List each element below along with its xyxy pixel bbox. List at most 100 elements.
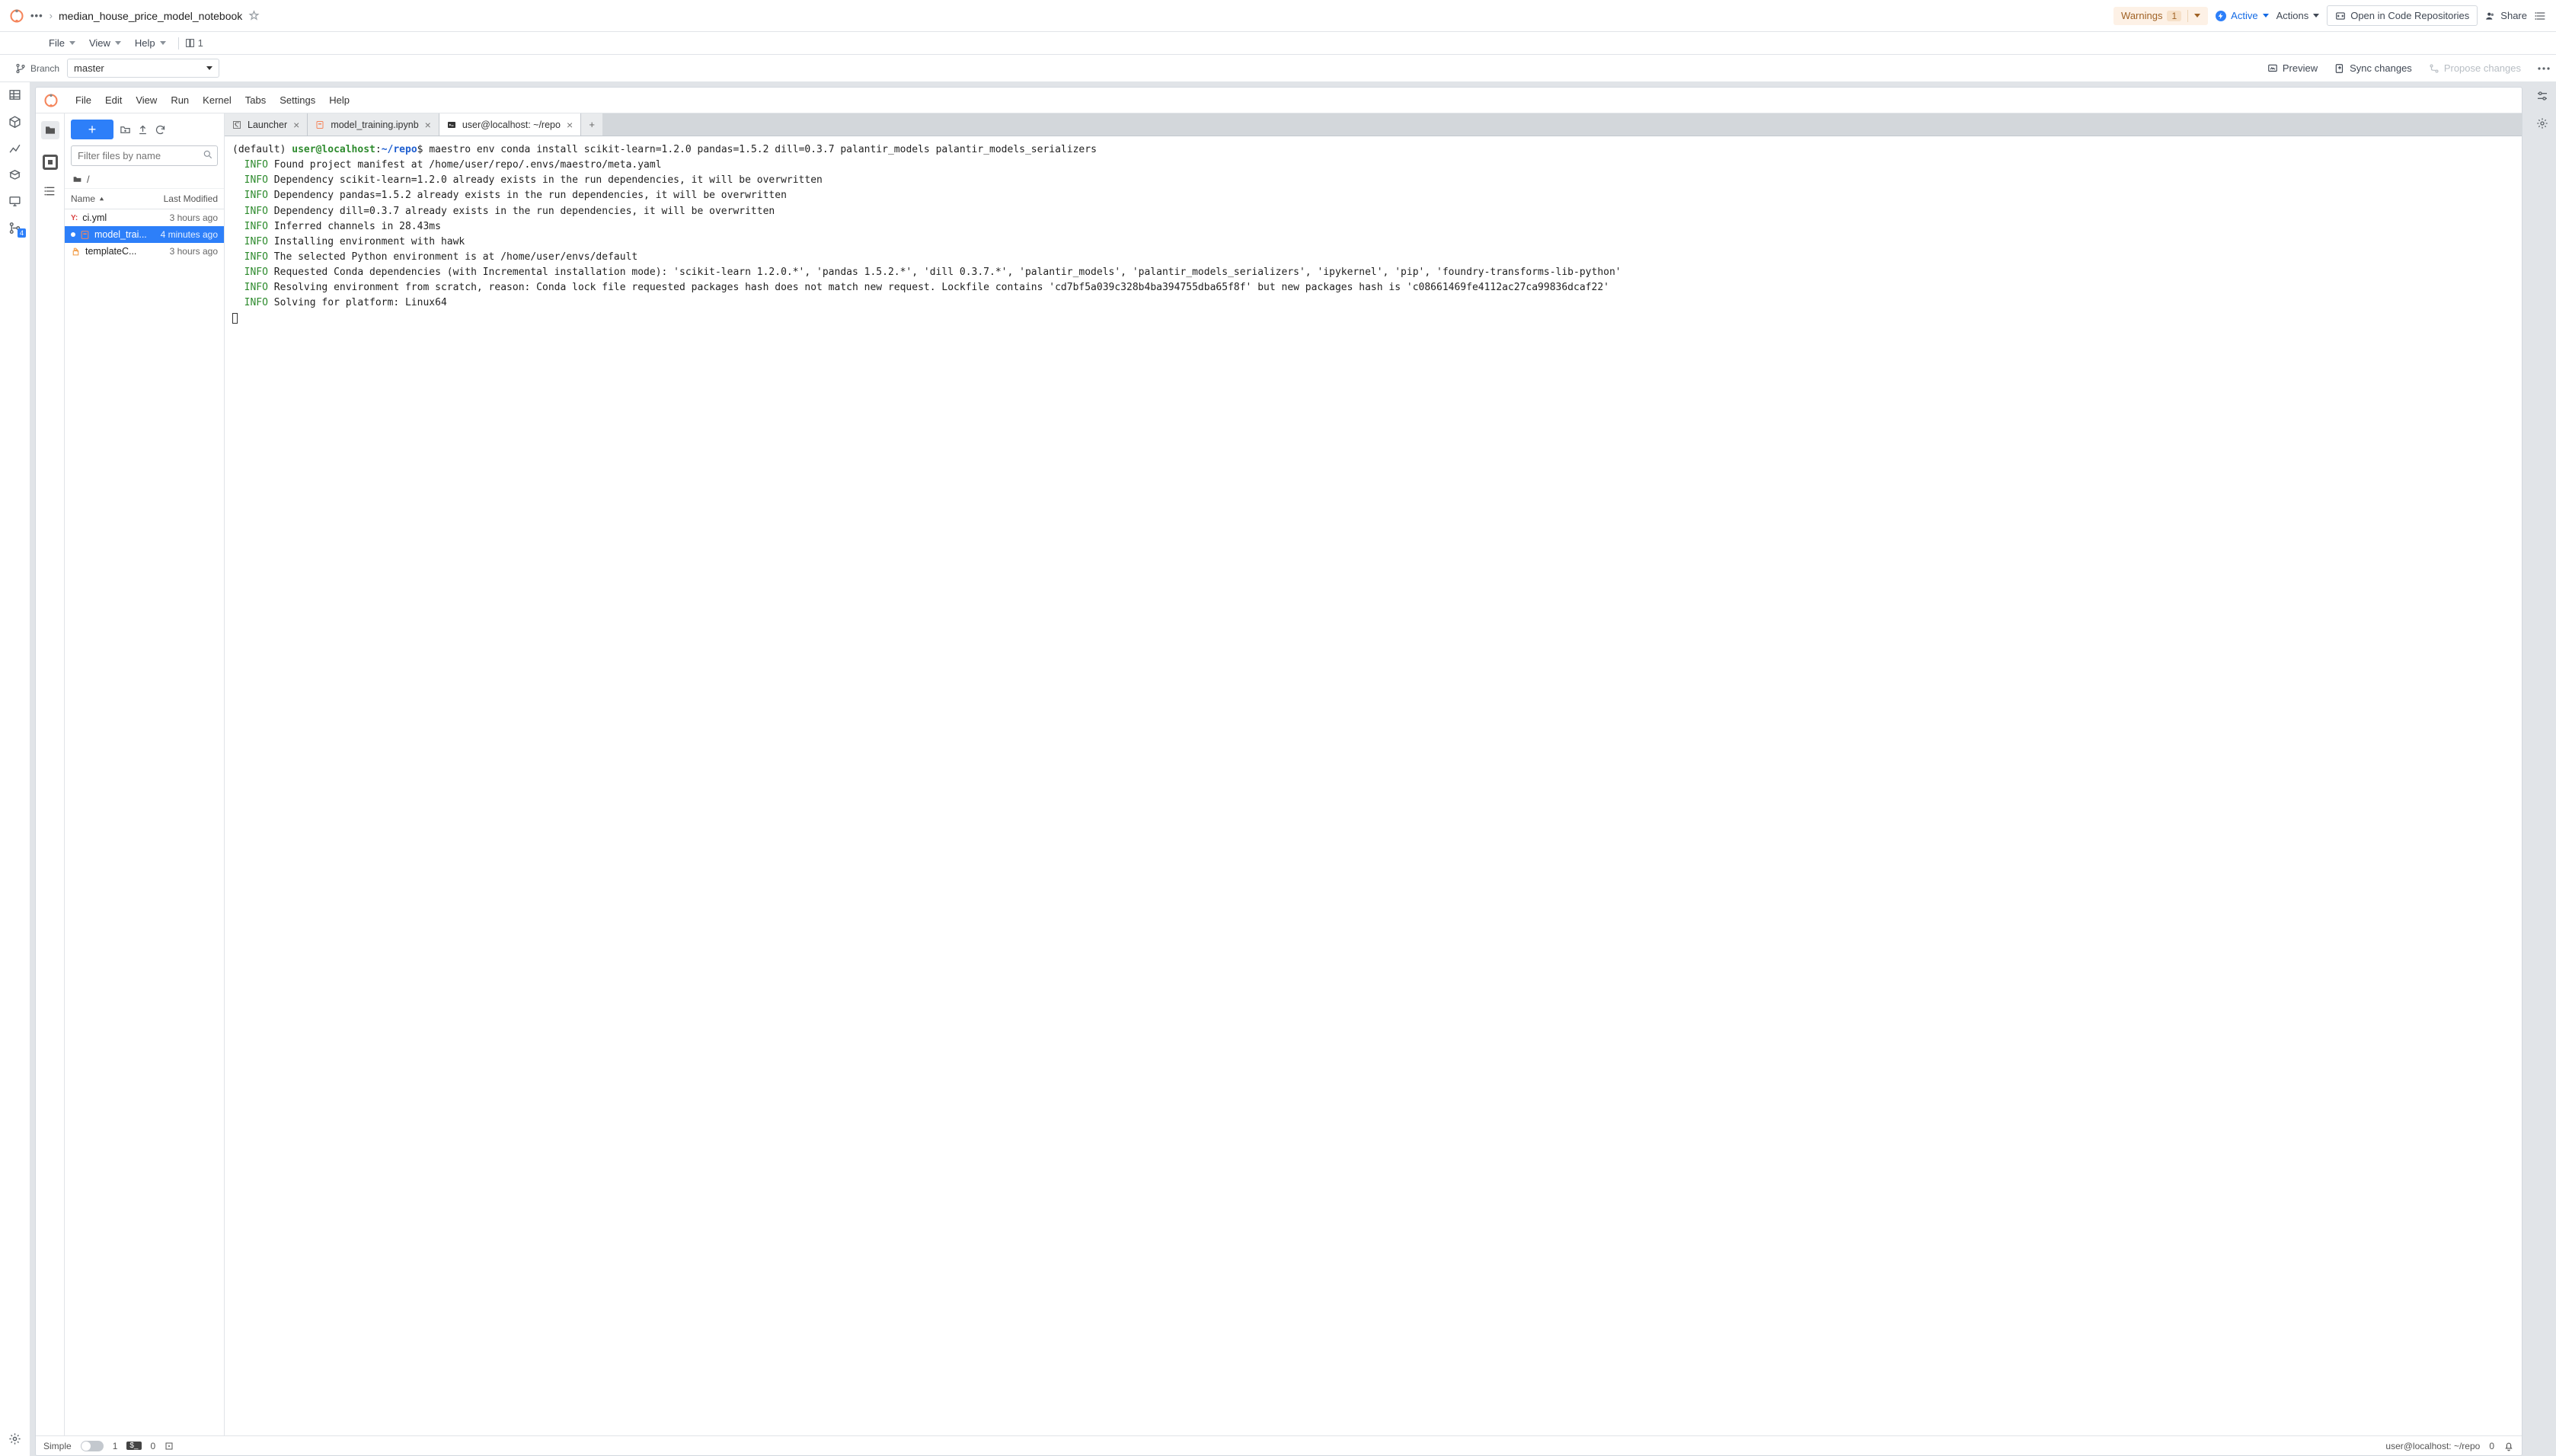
filter-files-input[interactable] — [71, 145, 218, 166]
rrail-sliders-icon[interactable] — [2536, 90, 2548, 102]
preview-icon — [2267, 63, 2278, 74]
more-menu-icon[interactable] — [2535, 10, 2547, 22]
jmenu-help[interactable]: Help — [323, 91, 356, 109]
upload-icon[interactable] — [137, 124, 149, 136]
tab-close-icon[interactable]: × — [293, 120, 299, 130]
status-right-text: user@localhost: ~/repo — [2385, 1441, 2480, 1451]
tab-close-icon[interactable]: × — [567, 120, 573, 130]
path-breadcrumb[interactable]: / — [65, 171, 224, 189]
tab-close-icon[interactable]: × — [425, 120, 431, 130]
right-activity-rail — [2527, 82, 2556, 1456]
rail-git-icon[interactable] — [8, 222, 21, 235]
rail-table-icon[interactable] — [8, 88, 21, 101]
share-label: Share — [2500, 10, 2527, 21]
new-launcher-button[interactable]: + — [71, 120, 113, 139]
sync-changes-button[interactable]: Sync changes — [2330, 59, 2417, 77]
jrail-toc-icon[interactable] — [44, 185, 56, 197]
active-status-button[interactable]: Active — [2216, 10, 2268, 21]
menu-divider — [178, 37, 179, 49]
menu-help[interactable]: Help — [129, 36, 172, 50]
tab[interactable]: Launcher× — [225, 113, 308, 136]
tab[interactable]: user@localhost: ~/repo × — [439, 113, 581, 136]
tab-add-button[interactable]: + — [581, 113, 602, 136]
file-name: model_trai... — [94, 229, 156, 240]
status-count-1: 1 — [113, 1441, 118, 1451]
col-modified-header[interactable]: Last Modified — [158, 189, 224, 209]
branch-bar: Branch master Preview Sync changes Propo… — [0, 55, 2556, 82]
terminal-output[interactable]: (default) user@localhost:~/repo$ maestro… — [225, 136, 2522, 1435]
file-row[interactable]: Y:ci.yml3 hours ago — [65, 209, 224, 226]
notebook-tab-icon — [315, 120, 324, 129]
col-name-header[interactable]: Name — [65, 189, 158, 209]
rail-package-icon[interactable] — [8, 115, 21, 128]
chevron-down-icon — [115, 41, 121, 45]
jrail-running-icon[interactable] — [43, 155, 58, 170]
bell-icon[interactable] — [2503, 1441, 2514, 1451]
git-branch-icon — [15, 63, 26, 74]
tab[interactable]: model_training.ipynb × — [308, 113, 439, 136]
branch-value: master — [74, 62, 104, 74]
rail-settings-icon[interactable] — [8, 1432, 21, 1445]
simple-mode-label: Simple — [43, 1441, 72, 1451]
file-list: Y:ci.yml3 hours ago model_trai... 4 minute… — [65, 209, 224, 1435]
jmenu-kernel[interactable]: Kernel — [196, 91, 238, 109]
rail-chart-icon[interactable] — [8, 142, 21, 155]
top-header: ••• › median_house_price_model_notebook … — [0, 0, 2556, 32]
tab-label: model_training.ipynb — [331, 120, 418, 130]
file-list-headers: Name Last Modified — [65, 189, 224, 209]
bolt-icon — [2216, 11, 2226, 21]
actions-button[interactable]: Actions — [2276, 10, 2320, 21]
jmenu-run[interactable]: Run — [165, 91, 195, 109]
breadcrumb-ellipsis[interactable]: ••• — [30, 10, 43, 21]
chevron-down-icon — [69, 41, 75, 45]
warnings-button[interactable]: Warnings 1 — [2113, 7, 2208, 25]
jupyter-logo-icon — [43, 93, 59, 108]
tab-label: user@localhost: ~/repo — [462, 120, 561, 130]
jmenu-view[interactable]: View — [129, 91, 163, 109]
branch-more-icon[interactable] — [2538, 67, 2550, 70]
jrail-files-icon[interactable] — [41, 121, 59, 139]
star-icon[interactable] — [248, 10, 260, 21]
refresh-icon[interactable] — [155, 124, 166, 136]
chevron-down-icon — [2263, 14, 2269, 18]
rail-cube-icon[interactable] — [8, 168, 21, 181]
jmenu-tabs[interactable]: Tabs — [239, 91, 272, 109]
menu-file[interactable]: File — [43, 36, 81, 50]
simple-mode-toggle[interactable] — [81, 1441, 104, 1451]
status-count-0: 0 — [151, 1441, 156, 1451]
chevron-down-icon — [160, 41, 166, 45]
file-modified-time: 4 minutes ago — [161, 229, 218, 240]
file-row[interactable]: templateC...3 hours ago — [65, 243, 224, 260]
actions-label: Actions — [2276, 10, 2309, 21]
notebook-menu-bar: File Edit View Run Kernel Tabs Settings … — [36, 88, 2522, 113]
warnings-count: 1 — [2167, 11, 2181, 21]
preview-button[interactable]: Preview — [2263, 59, 2322, 77]
panel-count-indicator[interactable]: 1 — [185, 37, 203, 49]
jmenu-file[interactable]: File — [69, 91, 97, 109]
file-name: templateC... — [85, 246, 165, 257]
sync-icon — [2334, 63, 2345, 74]
template-file-icon — [71, 247, 81, 257]
main-area: File Edit View Run Kernel Tabs Settings … — [0, 82, 2556, 1456]
chevron-down-icon — [2194, 14, 2200, 18]
share-button[interactable]: Share — [2485, 10, 2527, 21]
app-logo-icon — [9, 8, 24, 24]
workspace: File Edit View Run Kernel Tabs Settings … — [30, 82, 2527, 1456]
branch-select[interactable]: master — [67, 59, 219, 78]
yaml-file-icon: Y: — [71, 214, 78, 222]
open-in-code-repositories-button[interactable]: Open in Code Repositories — [2327, 5, 2478, 26]
menu-view[interactable]: View — [83, 36, 127, 50]
status-terminal-chip-icon: $_ — [126, 1442, 141, 1450]
file-row[interactable]: model_trai... 4 minutes ago — [65, 226, 224, 243]
chevron-down-icon — [2313, 14, 2319, 18]
open-repo-label: Open in Code Repositories — [2350, 10, 2469, 21]
new-folder-icon[interactable] — [120, 124, 131, 136]
jmenu-settings[interactable]: Settings — [273, 91, 321, 109]
rrail-gear-icon[interactable] — [2536, 117, 2548, 129]
file-modified-time: 3 hours ago — [170, 212, 218, 223]
status-box-icon — [165, 1442, 174, 1451]
panels-icon — [185, 38, 195, 48]
rail-monitor-icon[interactable] — [8, 195, 21, 208]
chevron-down-icon — [206, 66, 212, 70]
jmenu-edit[interactable]: Edit — [99, 91, 128, 109]
